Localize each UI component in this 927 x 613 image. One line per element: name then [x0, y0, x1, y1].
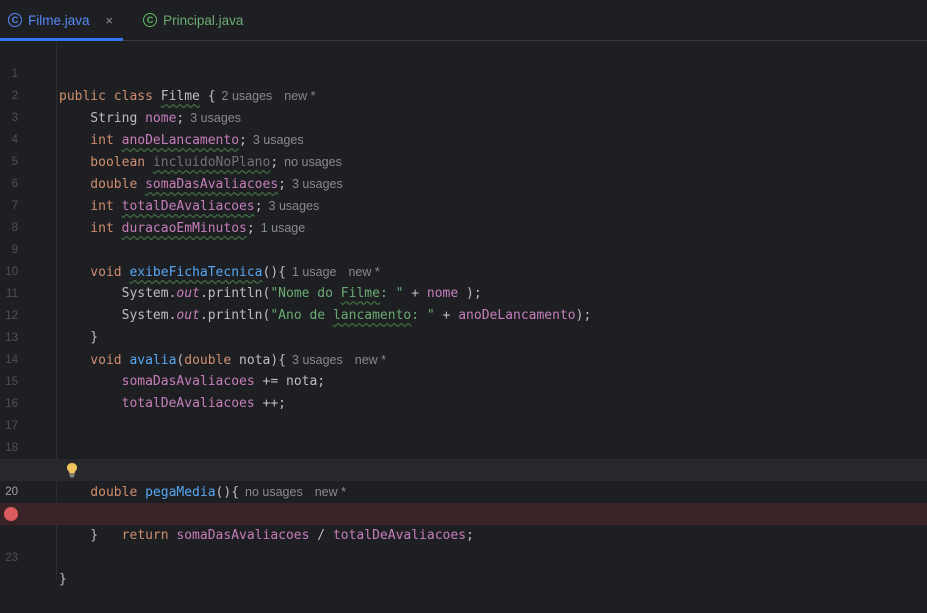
- java-main-class-icon: C: [143, 13, 158, 27]
- code-line: 9 void exibeFichaTecnica(){1 usage new *: [0, 217, 927, 280]
- current-code-line: 20 return somaDasAvaliacoes / totalDeAva…: [0, 459, 927, 543]
- code-line: 6 int totalDeAvaliacoes; 3 usages: [0, 151, 927, 214]
- line-number: 23: [5, 552, 18, 564]
- code-line: 1 public class Filme {2 usages new *: [0, 41, 927, 104]
- code-line: 8: [0, 195, 927, 234]
- code-line: 11 System.out.println("Ano de lancamento…: [0, 261, 927, 323]
- close-icon[interactable]: ×: [106, 13, 114, 28]
- breakpoint-icon[interactable]: [4, 507, 18, 521]
- code-editor[interactable]: 1 public class Filme {2 usages new * 2 St…: [0, 41, 927, 587]
- code-line: 23: [0, 525, 927, 564]
- code-line: 19 double pegaMedia(){no usagesnew *: [0, 437, 927, 500]
- code-line: 4 boolean incluidoNoPlano; no usages: [0, 107, 927, 170]
- breakpoint-code-line: }: [0, 503, 927, 587]
- code-line: 3 int anoDeLancamento; 3 usages: [0, 85, 927, 148]
- code-line: 5 double somaDasAvaliacoes; 3 usages: [0, 129, 927, 192]
- code-line: 16: [0, 371, 927, 410]
- code-line: 12 }: [0, 283, 927, 345]
- tab-principal-java[interactable]: C Principal.java: [135, 0, 253, 40]
- code-line: 17: [0, 393, 927, 432]
- tab-label: Filme.java: [28, 12, 90, 28]
- code-line: 10 System.out.println("Nome do Filme: " …: [0, 239, 927, 301]
- code-line: 2 String nome; 3 usages: [0, 63, 927, 126]
- editor-tab-bar: C Filme.java × C Principal.java: [0, 0, 927, 41]
- java-class-icon: C: [8, 13, 22, 27]
- code-line: 21 }: [0, 481, 927, 543]
- code-line: 15 totalDeAvaliacoes ++;: [0, 349, 927, 411]
- code-line: 14 somaDasAvaliacoes += nota;: [0, 327, 927, 389]
- code-text: }: [59, 572, 67, 587]
- code-line: 13 void avalia(double nota){3 usages new …: [0, 305, 927, 368]
- code-line: 18 }: [0, 415, 927, 477]
- tab-filme-java[interactable]: C Filme.java ×: [0, 0, 124, 41]
- lightbulb-icon[interactable]: [66, 462, 78, 478]
- tab-label: Principal.java: [163, 12, 244, 28]
- code-line: 7 int duracaoEmMinutos; 1 usage: [0, 173, 927, 236]
